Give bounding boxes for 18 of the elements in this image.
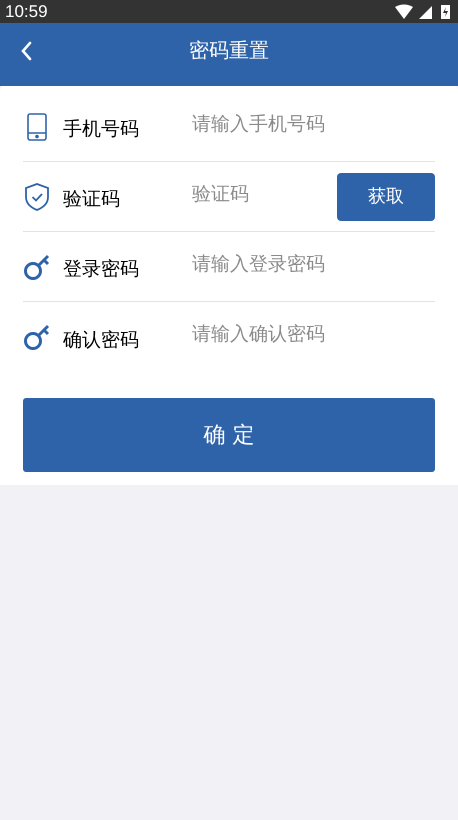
- back-icon: [20, 41, 32, 61]
- confirm-button[interactable]: 确 定: [23, 398, 435, 472]
- status-icons: [395, 4, 453, 20]
- input-field[interactable]: 验证码: [192, 174, 337, 214]
- page-title: 密码重置: [189, 36, 269, 64]
- field-label: 手机号码: [63, 117, 140, 142]
- key-icon: [23, 323, 51, 351]
- status-time: 10:59: [5, 3, 48, 20]
- field-label: 确认密码: [63, 328, 140, 353]
- field-label: 登录密码: [63, 257, 140, 282]
- phone-icon: [26, 112, 48, 140]
- field-label: 验证码: [63, 187, 121, 212]
- input-field[interactable]: 请输入登录密码: [192, 244, 435, 284]
- input-field[interactable]: 请输入手机号码: [192, 104, 435, 144]
- input-field[interactable]: 请输入确认密码: [192, 314, 435, 354]
- shield-check-icon: [24, 182, 50, 212]
- get-code-button[interactable]: 获取: [337, 172, 435, 220]
- key-icon: [23, 252, 51, 280]
